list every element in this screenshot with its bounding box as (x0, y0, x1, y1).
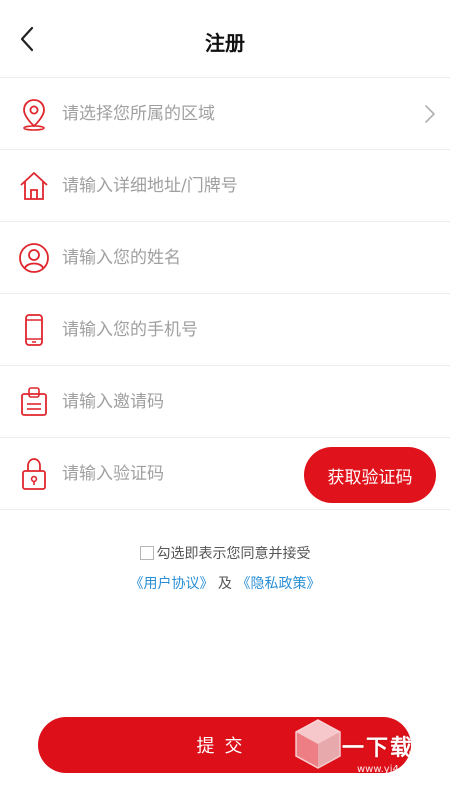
agreement-links: 《用户协议》 及 《隐私政策》 (0, 573, 450, 593)
invite-row (0, 366, 450, 438)
agreement-text: 勾选即表示您同意并接受 (156, 546, 311, 562)
phone-row (0, 294, 450, 366)
watermark-brand: 一下载 (342, 736, 415, 761)
address-input[interactable] (62, 168, 426, 204)
page-title: 注册 (205, 31, 245, 55)
agreement-line: 勾选即表示您同意并接受 (0, 543, 450, 563)
conjunction-text: 及 (218, 576, 232, 592)
name-row (0, 222, 450, 294)
phone-input[interactable] (62, 312, 426, 348)
watermark-url: www.yi4.com (357, 764, 424, 775)
user-icon (17, 241, 51, 275)
location-pin-icon (17, 97, 51, 131)
header: 注册 (0, 0, 450, 78)
verify-code-row: 获取验证码 (0, 438, 450, 510)
lock-icon (17, 457, 51, 491)
user-agreement-link[interactable]: 《用户协议》 (130, 576, 214, 592)
house-icon (17, 169, 51, 203)
badge-icon (17, 385, 51, 419)
invite-code-input[interactable] (62, 384, 426, 420)
address-row (0, 150, 450, 222)
name-input[interactable] (62, 240, 426, 276)
verify-code-input[interactable] (62, 456, 290, 492)
phone-icon (17, 313, 51, 347)
get-code-button[interactable]: 获取验证码 (304, 447, 436, 503)
chevron-right-icon (425, 105, 435, 123)
agreement-checkbox[interactable] (139, 546, 154, 560)
region-row[interactable] (0, 78, 450, 150)
privacy-policy-link[interactable]: 《隐私政策》 (236, 576, 320, 592)
region-select[interactable] (62, 96, 426, 132)
